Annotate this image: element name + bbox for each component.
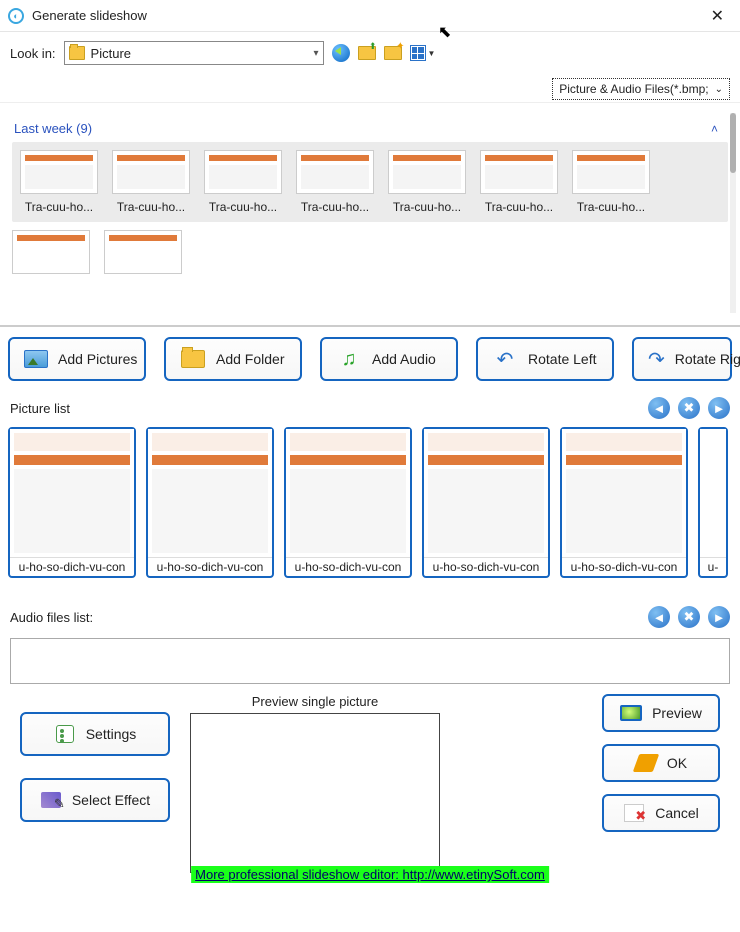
picture-list-header: Picture list ◄ ✖ ►: [0, 391, 740, 423]
footer-link[interactable]: More professional slideshow editor: http…: [191, 866, 549, 883]
cancel-button[interactable]: Cancel: [602, 794, 720, 832]
audiolist-delete-button[interactable]: ✖: [678, 606, 700, 628]
lookin-bar: Look in: Picture ▾ ▼: [0, 32, 740, 74]
folder-up-button[interactable]: [358, 44, 376, 62]
bottom-panel: Settings Select Effect Preview single pi…: [0, 684, 740, 883]
group-label: Last week (9): [14, 121, 92, 136]
picture-item[interactable]: u-ho-so-dich-vu-con: [560, 427, 688, 578]
group-header[interactable]: Last week (9) ˄: [14, 121, 728, 136]
button-label: Select Effect: [72, 792, 150, 808]
thumb-row: [12, 222, 728, 274]
ok-button[interactable]: OK: [602, 744, 720, 782]
rotate-right-icon: ↷: [648, 348, 665, 370]
effect-icon: [41, 792, 61, 808]
file-thumb[interactable]: Tra-cuu-ho...: [296, 150, 374, 214]
item-label: u-ho-so-dich-vu-con: [424, 557, 548, 576]
piclist-prev-button[interactable]: ◄: [648, 397, 670, 419]
piclist-next-button[interactable]: ►: [708, 397, 730, 419]
file-browser: Last week (9) ˄ Tra-cuu-ho... Tra-cuu-ho…: [0, 102, 740, 327]
window-title: Generate slideshow: [32, 8, 703, 23]
picture-item[interactable]: u-ho-so-dich-vu-con: [284, 427, 412, 578]
file-thumb[interactable]: Tra-cuu-ho...: [204, 150, 282, 214]
button-label: Add Pictures: [58, 351, 137, 367]
chevron-down-icon: ▾: [314, 48, 319, 59]
item-label: u-ho-so-dich-vu-con: [10, 557, 134, 576]
music-icon: ♫: [336, 348, 362, 370]
button-label: Rotate Left: [528, 351, 597, 367]
scrollbar[interactable]: [10, 586, 730, 596]
audio-list[interactable]: [10, 638, 730, 684]
picture-item[interactable]: u-: [698, 427, 728, 578]
item-label: u-ho-so-dich-vu-con: [562, 557, 686, 576]
rotate-left-button[interactable]: ↶ Rotate Left: [476, 337, 614, 381]
thumb-label: Tra-cuu-ho...: [117, 200, 185, 214]
preview-label: Preview single picture: [190, 694, 440, 709]
section-label: Audio files list:: [10, 610, 93, 625]
picture-item[interactable]: u-ho-so-dich-vu-con: [146, 427, 274, 578]
settings-icon: [56, 725, 74, 743]
rotate-left-icon: ↶: [492, 348, 518, 370]
button-label: Add Folder: [216, 351, 284, 367]
section-label: Picture list: [10, 401, 70, 416]
audiolist-prev-button[interactable]: ◄: [648, 606, 670, 628]
preview-icon: [620, 705, 642, 721]
audio-list-header: Audio files list: ◄ ✖ ►: [0, 600, 740, 632]
item-label: u-: [700, 557, 726, 576]
filetype-select[interactable]: Picture & Audio Files(*.bmp; ⌄: [552, 78, 730, 100]
app-icon: ◐: [8, 8, 24, 24]
file-thumb[interactable]: [12, 230, 90, 274]
item-label: u-ho-so-dich-vu-con: [286, 557, 410, 576]
thumb-label: Tra-cuu-ho...: [301, 200, 369, 214]
nav-back-button[interactable]: [332, 44, 350, 62]
view-mode-button[interactable]: ▼: [410, 45, 436, 61]
picture-list: u-ho-so-dich-vu-con u-ho-so-dich-vu-con …: [0, 423, 740, 582]
new-folder-button[interactable]: [384, 44, 402, 62]
thumb-label: Tra-cuu-ho...: [577, 200, 645, 214]
audiolist-next-button[interactable]: ►: [708, 606, 730, 628]
cancel-icon: [624, 804, 644, 822]
button-label: OK: [667, 755, 687, 771]
file-thumb[interactable]: [104, 230, 182, 274]
lookin-select[interactable]: Picture ▾: [64, 41, 324, 65]
thumb-row: Tra-cuu-ho... Tra-cuu-ho... Tra-cuu-ho..…: [12, 142, 728, 222]
thumb-label: Tra-cuu-ho...: [25, 200, 93, 214]
thumb-label: Tra-cuu-ho...: [485, 200, 553, 214]
file-thumb[interactable]: Tra-cuu-ho...: [388, 150, 466, 214]
file-thumb[interactable]: Tra-cuu-ho...: [112, 150, 190, 214]
preview-box: [190, 713, 440, 873]
thumb-label: Tra-cuu-ho...: [209, 200, 277, 214]
piclist-delete-button[interactable]: ✖: [678, 397, 700, 419]
chevron-up-icon: ˄: [711, 122, 718, 136]
chevron-down-icon: ⌄: [715, 84, 723, 95]
picture-item[interactable]: u-ho-so-dich-vu-con: [8, 427, 136, 578]
lookin-value: Picture: [91, 46, 314, 61]
folder-icon: [69, 46, 85, 60]
close-button[interactable]: ✕: [703, 2, 732, 30]
button-label: Preview: [652, 705, 702, 721]
settings-button[interactable]: Settings: [20, 712, 170, 756]
select-effect-button[interactable]: Select Effect: [20, 778, 170, 822]
button-label: Add Audio: [372, 351, 436, 367]
file-thumb[interactable]: Tra-cuu-ho...: [572, 150, 650, 214]
file-thumb[interactable]: Tra-cuu-ho...: [480, 150, 558, 214]
lookin-label: Look in:: [10, 46, 56, 61]
file-thumb[interactable]: Tra-cuu-ho...: [20, 150, 98, 214]
action-toolbar: Add Pictures Add Folder ♫ Add Audio ↶ Rota…: [0, 327, 740, 391]
add-folder-button[interactable]: Add Folder: [164, 337, 302, 381]
button-label: Cancel: [655, 805, 699, 821]
title-bar: ◐ Generate slideshow ✕: [0, 0, 740, 32]
add-pictures-button[interactable]: Add Pictures: [8, 337, 146, 381]
thumb-label: Tra-cuu-ho...: [393, 200, 461, 214]
button-label: Rotate Right: [675, 351, 740, 367]
scrollbar[interactable]: [730, 113, 736, 313]
item-label: u-ho-so-dich-vu-con: [148, 557, 272, 576]
button-label: Settings: [86, 726, 137, 742]
ok-icon: [633, 754, 660, 772]
filetype-value: Picture & Audio Files(*.bmp;: [559, 82, 708, 96]
preview-button[interactable]: Preview: [602, 694, 720, 732]
rotate-right-button[interactable]: ↷Rotate Right: [632, 337, 732, 381]
picture-item[interactable]: u-ho-so-dich-vu-con: [422, 427, 550, 578]
add-audio-button[interactable]: ♫ Add Audio: [320, 337, 458, 381]
